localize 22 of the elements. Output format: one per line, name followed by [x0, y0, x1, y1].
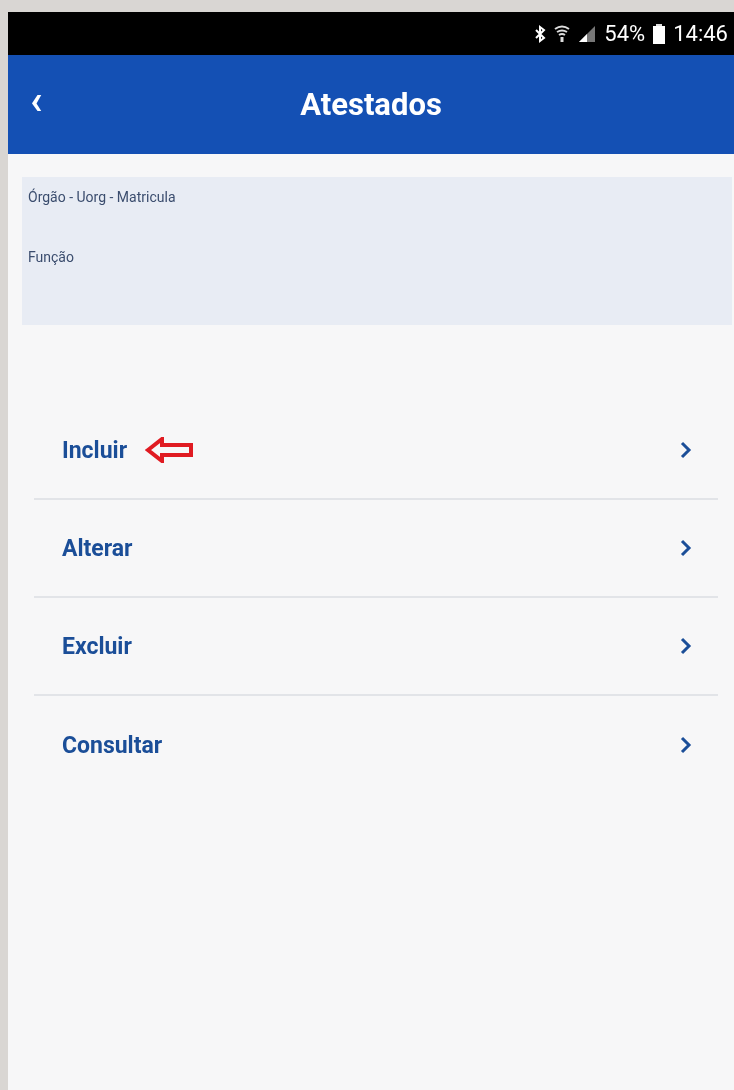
info-label: Órgão - Uorg - Matricula — [28, 189, 176, 205]
menu-item-label: Incluir — [62, 436, 128, 464]
chevron-icon — [680, 441, 692, 459]
back-button[interactable]: ‹ — [24, 81, 49, 121]
menu-item[interactable]: Incluir — [34, 402, 718, 500]
menu-item-label: Consultar — [62, 731, 163, 759]
battery-percentage: 54% — [604, 21, 646, 46]
menu-item-label: Excluir — [62, 632, 132, 660]
screen-title: Atestados — [300, 86, 442, 123]
menu-item[interactable]: Consultar — [34, 696, 718, 794]
chevron-icon — [680, 539, 692, 557]
wifi-icon — [554, 24, 571, 43]
bluetooth-icon — [534, 24, 547, 43]
chevron-icon — [680, 637, 692, 655]
signal-icon — [578, 24, 597, 43]
chevron-icon — [680, 736, 692, 754]
clock-time: 14:46 — [673, 21, 728, 46]
menu-item-label: Alterar — [62, 534, 133, 562]
battery-icon — [653, 23, 666, 44]
menu-item[interactable]: Excluir — [34, 598, 718, 696]
menu-item[interactable]: Alterar — [34, 500, 718, 598]
info-label: Função — [28, 249, 74, 265]
